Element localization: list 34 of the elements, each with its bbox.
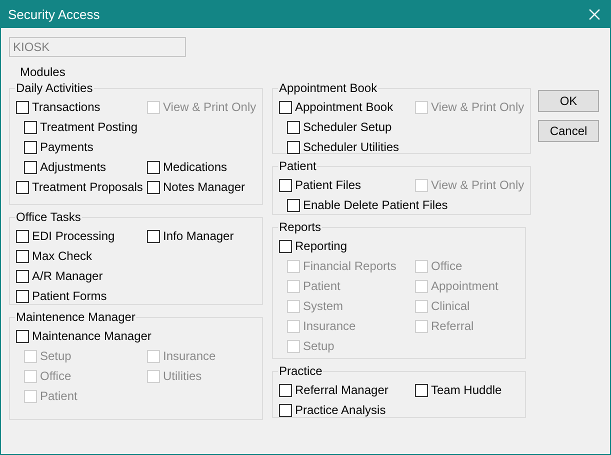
checkbox[interactable]: Notes Manager	[147, 180, 246, 194]
checkbox[interactable]: Reporting	[279, 239, 348, 253]
checkbox[interactable]: A/R Manager	[16, 269, 103, 283]
checkbox[interactable]: Referral Manager	[279, 383, 388, 397]
window-title: Security Access	[8, 7, 100, 22]
group-title: Patient	[278, 159, 318, 173]
checkbox[interactable]: Scheduler Utilities	[287, 140, 400, 154]
group-title: Reports	[278, 220, 322, 234]
checkbox[interactable]: Maintenance Manager	[16, 329, 152, 343]
dialog-button[interactable]: OK	[538, 90, 599, 112]
checkbox[interactable]: Payments	[24, 140, 94, 154]
checkbox[interactable]: Patient Forms	[16, 289, 107, 303]
group-title: Office Tasks	[15, 210, 82, 224]
checkbox[interactable]: Team Huddle	[415, 383, 502, 397]
group-title: Maintenence Manager	[15, 310, 136, 324]
group-title: Practice	[278, 364, 324, 378]
checkbox[interactable]: Transactions	[16, 100, 100, 114]
checkbox[interactable]: Enable Delete Patient Files	[287, 198, 448, 212]
checkbox[interactable]: Appointment Book	[279, 100, 394, 114]
checkbox[interactable]: Info Manager	[147, 229, 234, 243]
checkbox[interactable]: Patient Files	[279, 178, 362, 192]
checkbox[interactable]: Max Check	[16, 249, 92, 263]
checkbox[interactable]: Treatment Posting	[24, 120, 138, 134]
dialog-button[interactable]: Cancel	[538, 120, 599, 142]
checkbox[interactable]: Scheduler Setup	[287, 120, 392, 134]
close-icon[interactable]	[589, 9, 600, 20]
group-title: Appointment Book	[278, 81, 378, 95]
checkbox[interactable]: Adjustments	[24, 160, 106, 174]
modules-label: Modules	[20, 65, 66, 79]
checkbox[interactable]: Medications	[147, 160, 228, 174]
group-title: Daily Activities	[15, 81, 94, 95]
checkbox[interactable]: Treatment Proposals	[16, 180, 143, 194]
checkbox[interactable]: Practice Analysis	[279, 403, 386, 417]
checkbox[interactable]: EDI Processing	[16, 229, 115, 243]
